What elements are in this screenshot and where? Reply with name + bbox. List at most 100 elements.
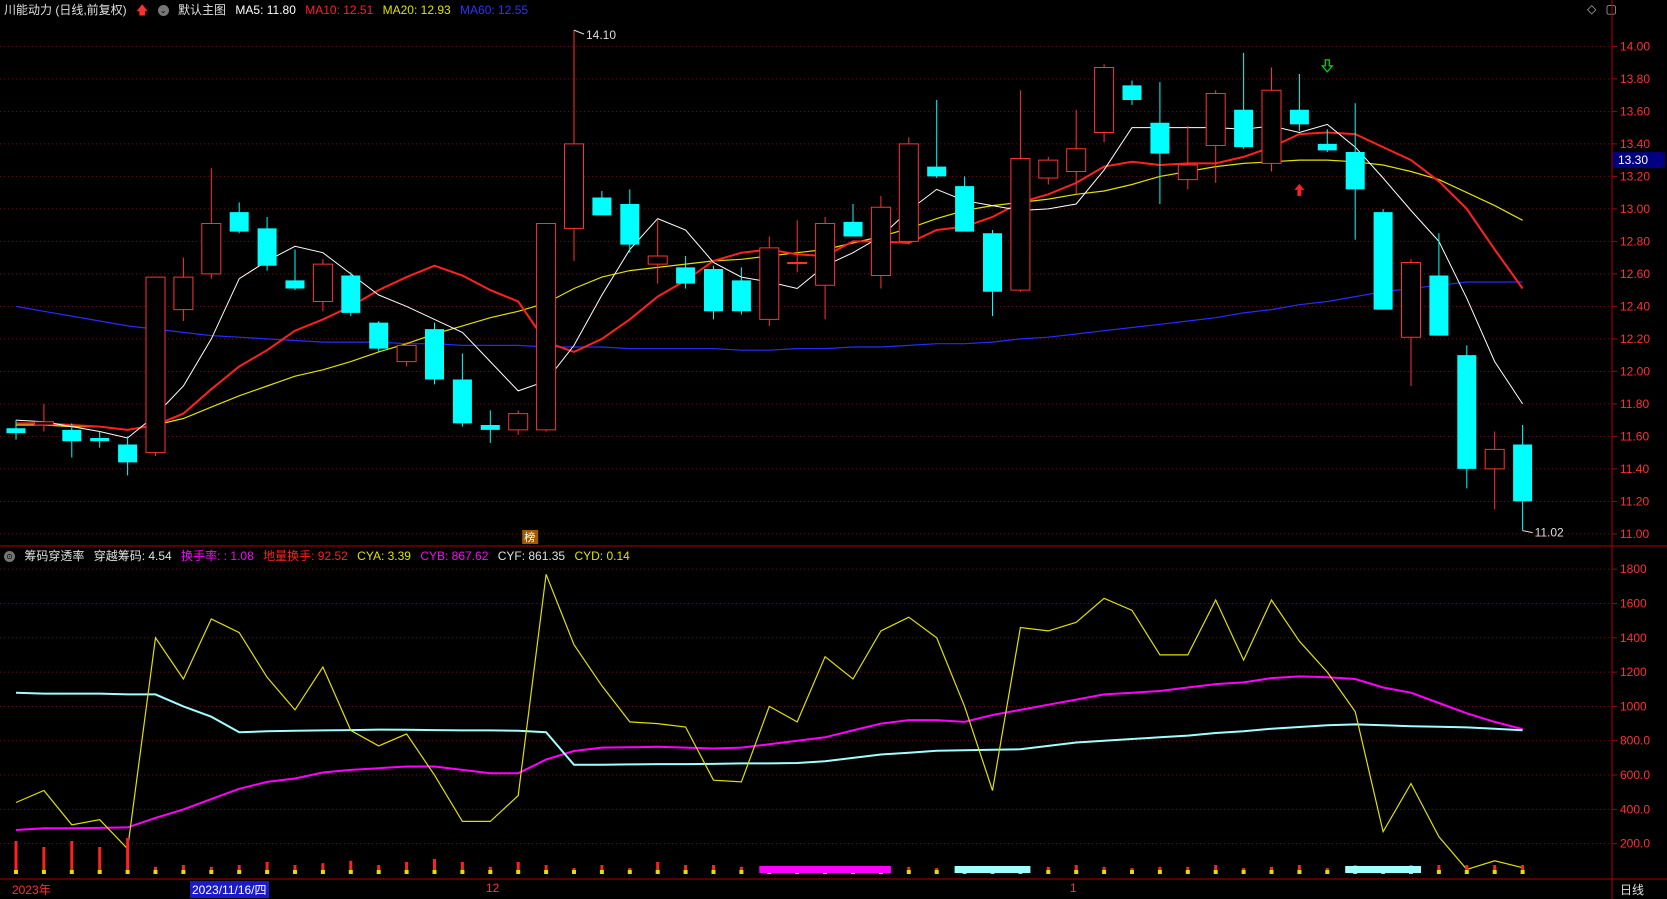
candle-body-up bbox=[145, 276, 166, 454]
date-dec: 12 bbox=[486, 881, 500, 895]
bottom-band-segment bbox=[1345, 866, 1421, 873]
price-tick-label: 13.80 bbox=[1620, 72, 1650, 86]
indicator-tick-label: 1400 bbox=[1620, 631, 1647, 645]
price-tick-label: 12.60 bbox=[1620, 267, 1650, 281]
bottom-yellow-dot bbox=[683, 870, 688, 874]
candle-body-down bbox=[1457, 355, 1477, 469]
bottom-yellow-dot bbox=[599, 870, 604, 874]
indicator-tick-label: 800.0 bbox=[1620, 734, 1650, 748]
candle-body-down bbox=[843, 221, 863, 237]
price-tick-label: 14.00 bbox=[1620, 39, 1650, 53]
candle-body-down bbox=[983, 233, 1002, 292]
bottom-yellow-dot bbox=[97, 870, 102, 874]
bottom-yellow-dot bbox=[1130, 870, 1134, 874]
candle-body-down bbox=[1513, 444, 1533, 502]
bang-label: 榜 bbox=[524, 530, 535, 544]
bottom-band-segment bbox=[759, 866, 891, 873]
cyf-line bbox=[15, 691, 1523, 766]
bottom-yellow-dot bbox=[1074, 870, 1079, 874]
chart-canvas[interactable]: 14.00 13.80 13.60 13.40 13.20 13.00 12.80 12.60… bbox=[0, 0, 1667, 899]
low-pointer bbox=[1522, 530, 1533, 534]
bottom-yellow-dot bbox=[237, 870, 242, 874]
indicator-tick-label: 1000 bbox=[1620, 699, 1647, 713]
price-tick-label: 11.60 bbox=[1620, 429, 1649, 443]
bottom-red-bar bbox=[98, 847, 102, 874]
buy-arrow-icon bbox=[1294, 183, 1305, 196]
candle-body-up bbox=[201, 223, 222, 275]
date-selected[interactable]: 2023/11/16/四 bbox=[190, 881, 269, 898]
candle-body-up bbox=[1066, 148, 1087, 172]
bottom-yellow-dot bbox=[1241, 870, 1246, 874]
bottom-yellow-dot bbox=[1213, 870, 1218, 874]
candle-body-down bbox=[1429, 275, 1449, 336]
bottom-yellow-dot bbox=[544, 870, 549, 874]
bottom-yellow-dot bbox=[906, 870, 911, 874]
candle-body-up bbox=[1261, 89, 1282, 164]
bottom-red-bar bbox=[70, 841, 74, 874]
candle-body-up bbox=[1177, 164, 1198, 181]
candle-body-up bbox=[312, 263, 333, 302]
date-year: 2023年 bbox=[12, 883, 51, 897]
indicator-tick-label: 600.0 bbox=[1620, 768, 1650, 782]
bottom-yellow-dot bbox=[181, 870, 186, 874]
price-tick-label: 12.00 bbox=[1620, 364, 1650, 378]
bottom-yellow-dot bbox=[711, 870, 716, 874]
sell-arrow-icon bbox=[1321, 59, 1334, 73]
price-tick-label: 13.60 bbox=[1620, 104, 1650, 118]
candle-body-up bbox=[396, 344, 417, 363]
date-jan: 1 bbox=[1070, 881, 1077, 895]
bottom-yellow-dot bbox=[1464, 870, 1469, 874]
candle-body-down bbox=[955, 186, 975, 232]
candle-body-down bbox=[90, 438, 110, 442]
cyb-line bbox=[15, 675, 1523, 831]
price-tick-label: 12.20 bbox=[1620, 332, 1650, 346]
indicator-tick-label: 1200 bbox=[1620, 665, 1647, 679]
indicator-tick-label: 200.0 bbox=[1620, 837, 1650, 851]
candle-body-up bbox=[1038, 159, 1059, 179]
bottom-yellow-dot bbox=[1436, 870, 1441, 874]
bottom-yellow-dot bbox=[432, 870, 437, 874]
bottom-yellow-dot bbox=[627, 870, 632, 874]
candle-body-down bbox=[704, 269, 723, 312]
bottom-yellow-dot bbox=[1269, 870, 1274, 874]
candle-body-up bbox=[1484, 448, 1505, 470]
high-label: 14.10 bbox=[586, 28, 616, 42]
candle-body-down bbox=[118, 444, 138, 463]
price-tick-label: 11.80 bbox=[1620, 397, 1649, 411]
bottom-yellow-dot bbox=[1325, 870, 1330, 874]
bottom-yellow-dot bbox=[125, 870, 130, 874]
bottom-yellow-dot bbox=[1157, 870, 1162, 874]
candle-body-down bbox=[620, 204, 640, 245]
bottom-red-bar bbox=[14, 841, 18, 874]
candle-body-down bbox=[229, 212, 249, 232]
price-tick-label: 13.20 bbox=[1620, 169, 1650, 183]
period-label[interactable]: 日线 bbox=[1620, 881, 1644, 898]
candle-body-up bbox=[870, 206, 891, 276]
bottom-yellow-dot bbox=[488, 870, 493, 874]
indicator-tick-label: 1600 bbox=[1620, 596, 1647, 610]
candle-body-up bbox=[173, 276, 194, 311]
candle-body-up bbox=[1401, 262, 1421, 338]
candle-body-down bbox=[62, 429, 82, 442]
candle-body-down bbox=[257, 228, 277, 266]
bottom-yellow-dot bbox=[320, 870, 325, 874]
candle-body-down bbox=[341, 275, 361, 313]
candle-body-down bbox=[1373, 212, 1393, 310]
bottom-yellow-dot bbox=[934, 870, 939, 874]
bottom-red-bar bbox=[126, 838, 130, 874]
bottom-yellow-dot bbox=[153, 870, 158, 874]
indicator-tick-label: 400.0 bbox=[1620, 802, 1650, 816]
candle-body-down bbox=[1289, 109, 1309, 125]
candle-body-up bbox=[536, 223, 557, 431]
candle-body-down bbox=[592, 197, 612, 216]
candle-body-down bbox=[285, 280, 305, 289]
bottom-yellow-dot bbox=[348, 870, 353, 874]
candle-body-up bbox=[898, 143, 919, 242]
high-pointer bbox=[573, 29, 585, 35]
candle-body-down bbox=[1345, 152, 1365, 190]
price-tick-label: 12.40 bbox=[1620, 299, 1650, 313]
bottom-yellow-dot bbox=[404, 870, 409, 874]
candle-body-up bbox=[564, 143, 584, 229]
cya-line bbox=[15, 574, 1523, 871]
price-tick-label: 13.40 bbox=[1620, 137, 1650, 151]
